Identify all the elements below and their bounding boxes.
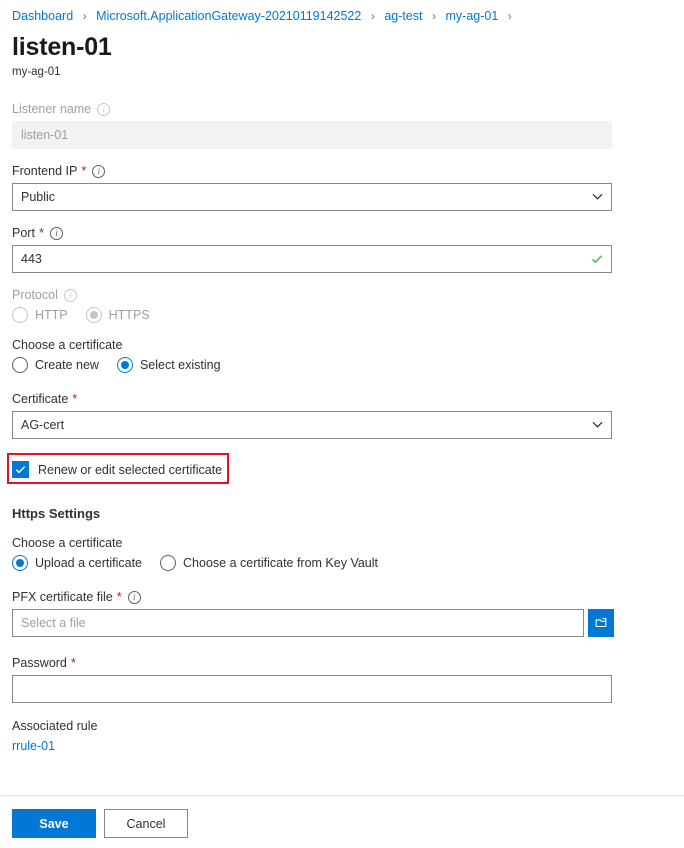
folder-browse-icon — [594, 616, 608, 630]
radio-protocol-http: HTTP — [12, 307, 68, 323]
radio-protocol-http-label: HTTP — [35, 308, 68, 322]
field-associated-rule: Associated rule rrule-01 — [12, 719, 672, 755]
radio-create-new-label: Create new — [35, 358, 99, 372]
https-settings-heading: Https Settings — [12, 506, 672, 521]
cancel-button[interactable]: Cancel — [104, 809, 188, 838]
frontend-ip-dropdown[interactable]: Public — [12, 183, 612, 211]
pfx-file-label: PFX certificate file * i — [12, 589, 672, 605]
radio-upload-certificate-label: Upload a certificate — [35, 556, 142, 570]
breadcrumb-separator-icon: › — [371, 9, 375, 23]
associated-rule-label: Associated rule — [12, 719, 672, 733]
radio-circle-icon — [86, 307, 102, 323]
page-subtitle: my-ag-01 — [12, 65, 684, 79]
pfx-file-label-text: PFX certificate file — [12, 589, 113, 605]
certificate-label-text: Certificate — [12, 391, 68, 407]
choose-certificate-top-radio-group: Create new Select existing — [12, 357, 672, 373]
radio-select-existing-label: Select existing — [140, 358, 221, 372]
field-port: Port * i 443 — [12, 225, 672, 273]
frontend-ip-dropdown-wrap: Public — [12, 183, 612, 211]
radio-upload-certificate[interactable]: Upload a certificate — [12, 555, 142, 571]
frontend-ip-label-text: Frontend IP — [12, 163, 77, 179]
certificate-dropdown[interactable]: AG-cert — [12, 411, 612, 439]
required-asterisk: * — [117, 592, 122, 602]
breadcrumb-item-resource-group[interactable]: ag-test — [384, 9, 422, 23]
field-frontend-ip: Frontend IP * i Public — [12, 163, 672, 211]
pfx-file-browse-button[interactable] — [588, 609, 614, 637]
field-listener-name: Listener name i listen-01 — [12, 101, 672, 149]
breadcrumb-item-dashboard[interactable]: Dashboard — [12, 9, 73, 23]
radio-key-vault-certificate-label: Choose a certificate from Key Vault — [183, 556, 378, 570]
choose-certificate-top-label-text: Choose a certificate — [12, 337, 122, 353]
field-password: Password * — [12, 655, 672, 703]
certificate-label: Certificate * — [12, 391, 672, 407]
listener-name-input: listen-01 — [12, 121, 612, 149]
info-icon[interactable]: i — [128, 591, 141, 604]
renew-certificate-checkbox[interactable]: Renew or edit selected certificate — [12, 459, 222, 480]
password-input[interactable] — [12, 675, 612, 703]
port-input-wrap: 443 — [12, 245, 612, 273]
page-title: listen-01 — [12, 32, 684, 62]
field-choose-certificate-top: Choose a certificate Create new Select e… — [12, 337, 672, 373]
radio-circle-icon — [12, 307, 28, 323]
footer-divider — [0, 795, 684, 796]
protocol-label: Protocol i — [12, 287, 672, 303]
listener-form: Listener name i listen-01 Frontend IP * … — [0, 101, 684, 755]
listener-edit-page: Dashboard › Microsoft.ApplicationGateway… — [0, 0, 684, 848]
port-input[interactable]: 443 — [12, 245, 612, 273]
choose-certificate-https-radio-group: Upload a certificate Choose a certificat… — [12, 555, 672, 571]
listener-name-label-text: Listener name — [12, 101, 91, 117]
required-asterisk: * — [72, 394, 77, 404]
required-asterisk: * — [81, 166, 86, 176]
radio-circle-icon — [12, 555, 28, 571]
info-icon[interactable]: i — [92, 165, 105, 178]
radio-protocol-https-label: HTTPS — [109, 308, 150, 322]
renew-certificate-zone: Renew or edit selected certificate — [12, 459, 222, 480]
field-certificate: Certificate * AG-cert — [12, 391, 672, 439]
info-icon[interactable]: i — [50, 227, 63, 240]
radio-circle-icon — [160, 555, 176, 571]
protocol-label-text: Protocol — [12, 287, 58, 303]
radio-circle-icon — [12, 357, 28, 373]
field-pfx-certificate-file: PFX certificate file * i Select a file — [12, 589, 672, 637]
breadcrumb-separator-icon: › — [432, 9, 436, 23]
info-icon[interactable]: i — [64, 289, 77, 302]
breadcrumb-separator-icon: › — [508, 9, 512, 23]
radio-key-vault-certificate[interactable]: Choose a certificate from Key Vault — [160, 555, 378, 571]
certificate-dropdown-wrap: AG-cert — [12, 411, 612, 439]
pfx-file-input[interactable]: Select a file — [12, 609, 584, 637]
radio-select-existing[interactable]: Select existing — [117, 357, 221, 373]
port-label-text: Port — [12, 225, 35, 241]
associated-rule-link[interactable]: rrule-01 — [12, 739, 55, 753]
required-asterisk: * — [71, 658, 76, 668]
pfx-file-row: Select a file — [12, 609, 672, 637]
password-label-text: Password — [12, 655, 67, 671]
radio-create-new[interactable]: Create new — [12, 357, 99, 373]
frontend-ip-label: Frontend IP * i — [12, 163, 672, 179]
field-protocol: Protocol i HTTP HTTPS — [12, 287, 672, 323]
renew-certificate-label: Renew or edit selected certificate — [38, 463, 222, 477]
protocol-radio-group: HTTP HTTPS — [12, 307, 672, 323]
breadcrumb: Dashboard › Microsoft.ApplicationGateway… — [0, 0, 684, 24]
listener-name-label: Listener name i — [12, 101, 672, 117]
pfx-file-placeholder: Select a file — [21, 616, 86, 630]
field-choose-certificate-https: Choose a certificate Upload a certificat… — [12, 535, 672, 571]
radio-circle-icon — [117, 357, 133, 373]
choose-certificate-top-label: Choose a certificate — [12, 337, 672, 353]
required-asterisk: * — [39, 228, 44, 238]
password-label: Password * — [12, 655, 672, 671]
save-button[interactable]: Save — [12, 809, 96, 838]
choose-certificate-https-label: Choose a certificate — [12, 535, 672, 551]
form-actions: Save Cancel — [12, 809, 188, 838]
port-label: Port * i — [12, 225, 672, 241]
checkbox-icon — [12, 461, 29, 478]
breadcrumb-item-deployment[interactable]: Microsoft.ApplicationGateway-20210119142… — [96, 9, 361, 23]
breadcrumb-item-gateway[interactable]: my-ag-01 — [446, 9, 499, 23]
radio-protocol-https: HTTPS — [86, 307, 150, 323]
info-icon[interactable]: i — [97, 103, 110, 116]
choose-certificate-https-label-text: Choose a certificate — [12, 535, 122, 551]
breadcrumb-separator-icon: › — [83, 9, 87, 23]
checkmark-icon — [15, 464, 26, 475]
